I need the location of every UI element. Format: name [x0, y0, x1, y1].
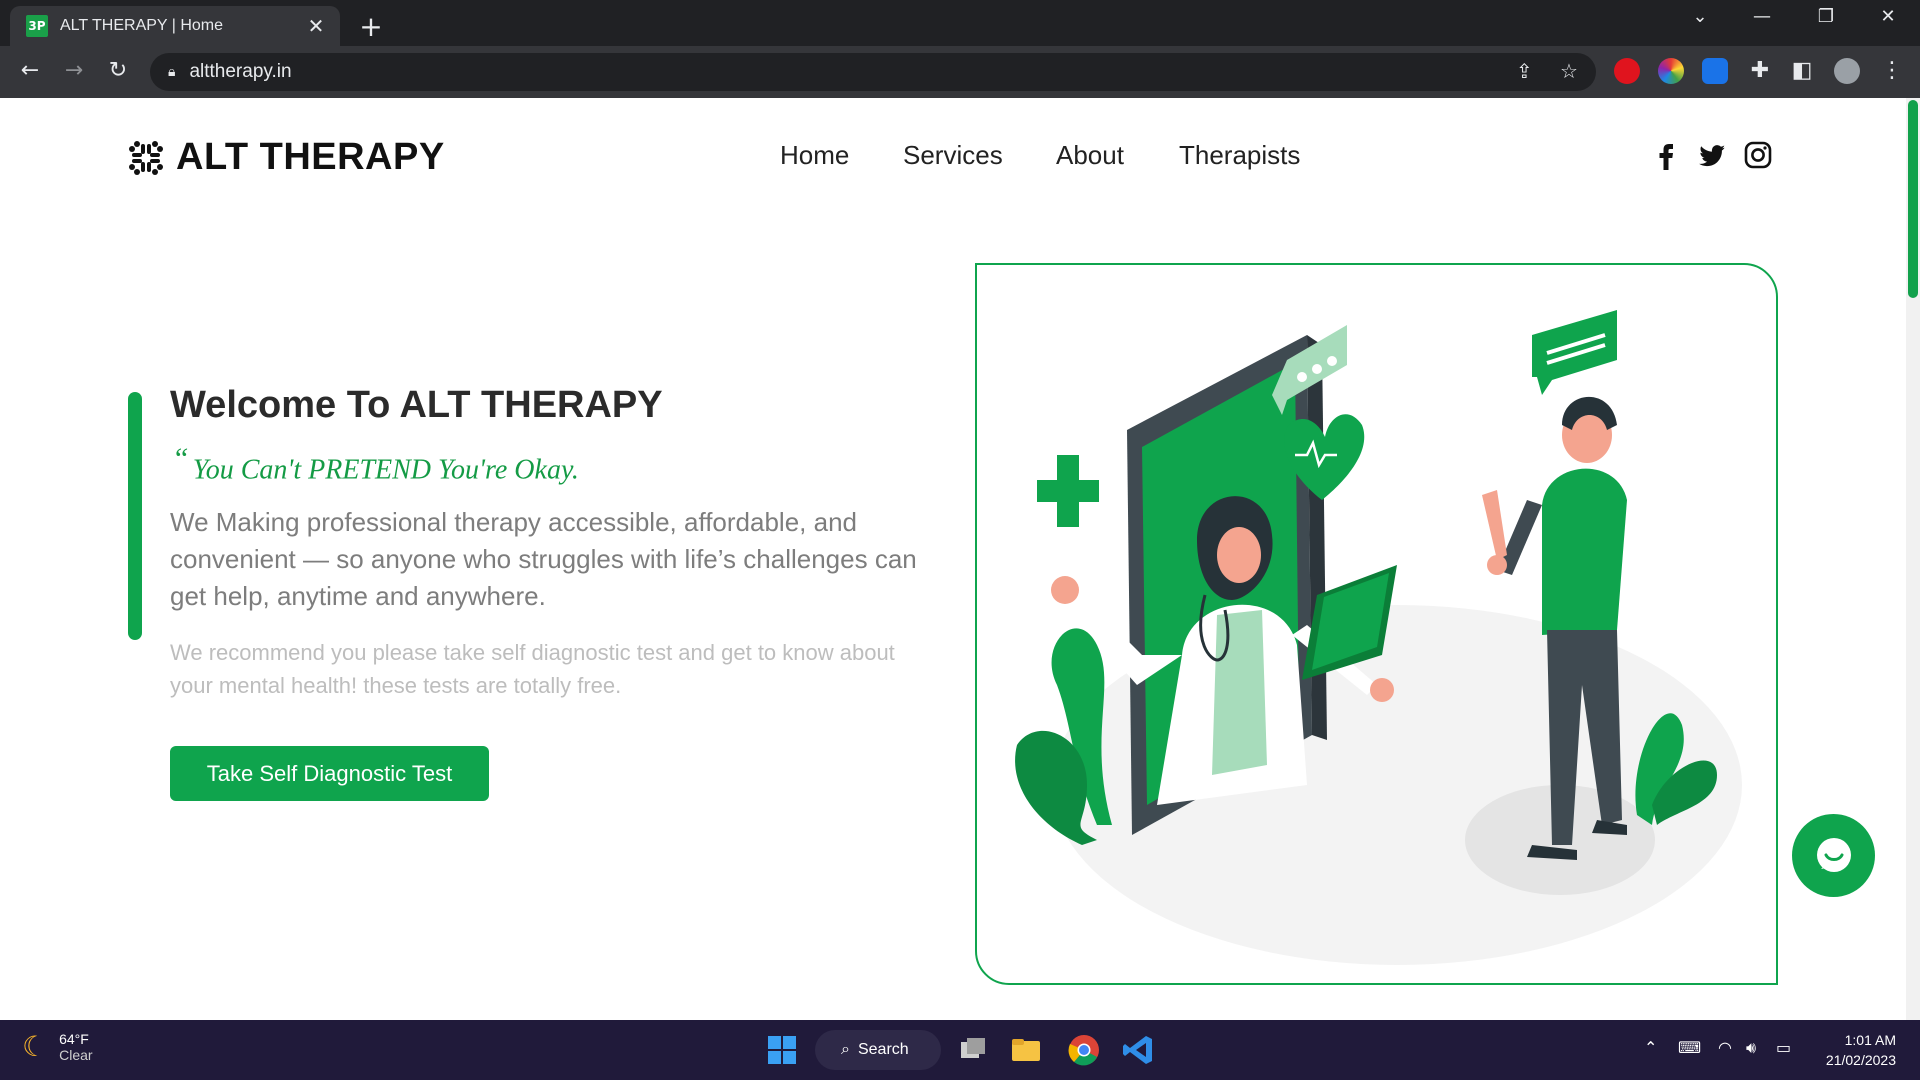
- extensions-puzzle-icon[interactable]: ✚: [1744, 58, 1776, 83]
- docs-extension-icon[interactable]: [1702, 58, 1728, 84]
- page-scrollbar[interactable]: [1906, 98, 1920, 1020]
- url-text: alttherapy.in: [189, 61, 292, 82]
- scroll-thumb[interactable]: [1908, 100, 1918, 298]
- chat-widget-button[interactable]: [1792, 814, 1875, 897]
- task-view-icon[interactable]: [955, 1032, 991, 1068]
- site-logo[interactable]: ALT THERAPY: [128, 136, 445, 179]
- instagram-icon[interactable]: [1741, 138, 1775, 172]
- color-picker-extension-icon[interactable]: [1658, 58, 1684, 84]
- restore-icon[interactable]: ❐: [1806, 6, 1846, 27]
- site-favicon: 3P: [26, 15, 48, 37]
- quote-mark: “: [172, 442, 189, 475]
- bookmark-star-icon[interactable]: ☆: [1560, 59, 1578, 83]
- browser-menu-icon[interactable]: ⋮: [1876, 58, 1908, 83]
- volume-icon[interactable]: 🔊︎: [1746, 1038, 1756, 1058]
- twitter-icon[interactable]: [1694, 138, 1728, 172]
- system-clock[interactable]: 1:01 AM 21/02/2023: [1826, 1030, 1896, 1070]
- nav-therapists[interactable]: Therapists: [1179, 140, 1300, 171]
- hero-tagline: “You Can't PRETEND You're Okay.: [172, 442, 579, 486]
- tray-overflow-icon[interactable]: ⌃: [1644, 1038, 1657, 1057]
- hero-accent-bar: [128, 392, 142, 640]
- wifi-icon[interactable]: ◠: [1718, 1038, 1732, 1057]
- clock-time: 1:01 AM: [1844, 1032, 1896, 1048]
- browser-titlebar: 3P ALT THERAPY | Home ✕ + ⌄ — ❐ ✕: [0, 0, 1920, 46]
- share-icon[interactable]: ⇪: [1516, 59, 1533, 83]
- lock-icon: 🔒︎: [168, 64, 176, 80]
- tagline-text: You Can't PRETEND You're Okay.: [192, 454, 579, 486]
- weather-temperature: 64°F: [59, 1030, 89, 1047]
- forward-icon[interactable]: →: [58, 58, 90, 83]
- telehealth-illustration: [1015, 310, 1742, 965]
- window-close-icon[interactable]: ✕: [1868, 6, 1908, 27]
- browser-toolbar: ← → ↻ 🔒︎ alttherapy.in ⇪ ☆ ✚ ◧ ⋮: [0, 46, 1920, 98]
- windows-taskbar: ☾ 64°F Clear ⌕ Search ⌃ ⌨ ◠ 🔊︎ ▭ 1:01 AM…: [0, 1020, 1920, 1080]
- hero-description: We Making professional therapy accessibl…: [170, 507, 917, 611]
- nav-services[interactable]: Services: [903, 140, 1003, 171]
- windows-start-icon[interactable]: [764, 1032, 800, 1068]
- logo-mark-icon: [129, 140, 163, 175]
- profile-avatar[interactable]: [1834, 58, 1860, 84]
- weather-condition: Clear: [59, 1046, 93, 1063]
- vscode-icon[interactable]: [1120, 1032, 1156, 1068]
- hero-recommendation: We recommend you please take self diagno…: [170, 640, 895, 698]
- back-icon[interactable]: ←: [14, 58, 46, 83]
- taskbar-search-label: Search: [857, 1041, 909, 1058]
- tab-title: ALT THERAPY | Home: [60, 17, 224, 34]
- take-self-diagnostic-test-button[interactable]: Take Self Diagnostic Test: [170, 746, 489, 801]
- search-icon: ⌕: [841, 1041, 850, 1058]
- hero-title: Welcome To ALT THERAPY: [170, 384, 663, 426]
- adblock-extension-icon[interactable]: [1614, 58, 1640, 84]
- nav-about[interactable]: About: [1056, 140, 1124, 171]
- minimize-icon[interactable]: —: [1742, 6, 1782, 27]
- browser-tab[interactable]: 3P ALT THERAPY | Home ✕: [10, 6, 340, 46]
- keyboard-icon[interactable]: ⌨: [1678, 1038, 1701, 1057]
- tab-search-icon[interactable]: ⌄: [1680, 6, 1720, 27]
- reload-icon[interactable]: ↻: [102, 58, 134, 83]
- weather-widget[interactable]: ☾ 64°F Clear: [22, 1030, 93, 1063]
- facebook-icon[interactable]: [1650, 138, 1684, 172]
- side-panel-icon[interactable]: ◧: [1786, 58, 1818, 83]
- hero-illustration-card: [975, 263, 1778, 985]
- clock-date: 21/02/2023: [1825, 1052, 1896, 1068]
- new-tab-button[interactable]: +: [356, 10, 386, 43]
- battery-icon[interactable]: ▭: [1776, 1038, 1791, 1057]
- file-explorer-icon[interactable]: [1008, 1032, 1044, 1068]
- moon-icon: ☾: [22, 1030, 48, 1063]
- tab-close-icon[interactable]: ✕: [304, 14, 328, 38]
- chrome-icon[interactable]: [1066, 1032, 1102, 1068]
- web-page: ALT THERAPY Home Services About Therapis…: [0, 98, 1920, 1020]
- chat-bubble-icon: [1816, 837, 1851, 872]
- taskbar-search[interactable]: ⌕ Search: [815, 1030, 941, 1070]
- nav-home[interactable]: Home: [780, 140, 849, 171]
- address-bar[interactable]: 🔒︎ alttherapy.in ⇪ ☆: [150, 53, 1596, 91]
- logo-text: ALT THERAPY: [176, 136, 445, 178]
